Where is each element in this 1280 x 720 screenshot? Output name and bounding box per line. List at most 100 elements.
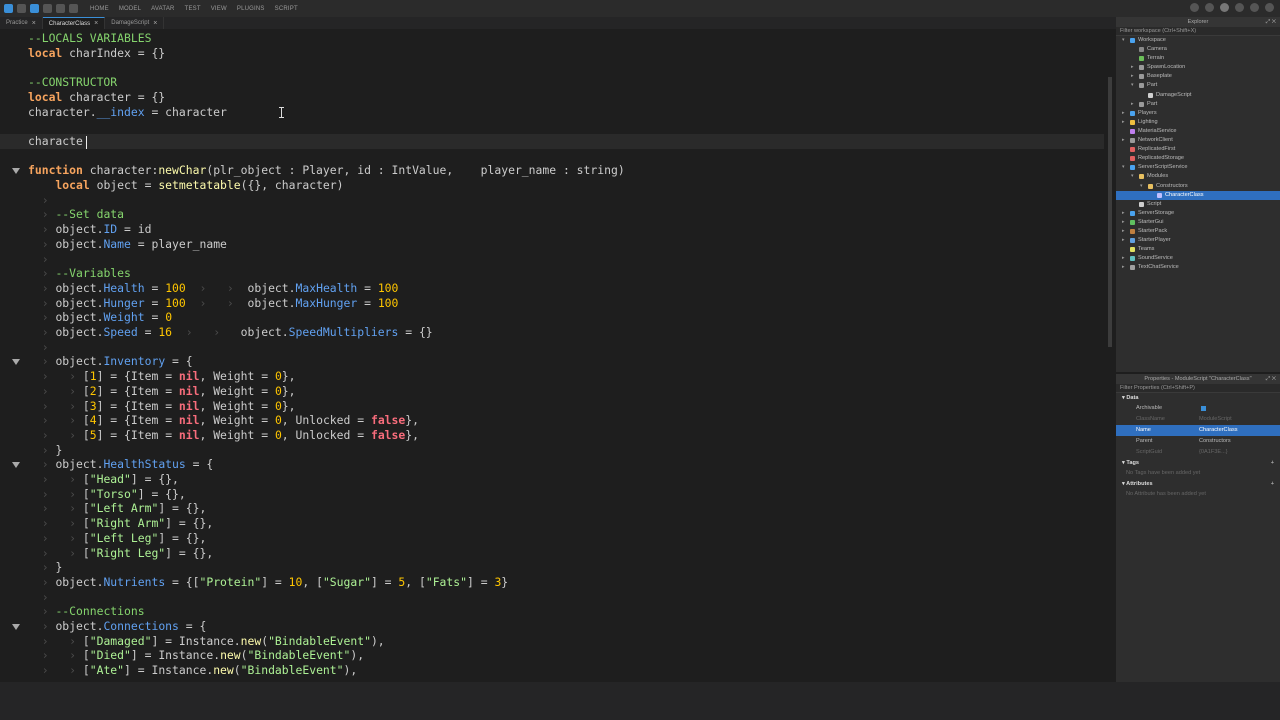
play-icon[interactable] [30,4,39,13]
chevron-right-icon[interactable]: ▸ [1122,209,1125,218]
explorer-item-lighting[interactable]: ▸ Lighting [1116,118,1280,127]
chevron-right-icon[interactable]: ▸ [1122,263,1125,272]
minimize-icon[interactable] [1235,3,1244,12]
explorer-filter-input[interactable]: Filter workspace (Ctrl+Shift+X) [1116,27,1280,36]
property-scriptguid[interactable]: ScriptGuid {0A1F3E...} [1116,447,1280,458]
property-archivable[interactable]: Archivable [1116,403,1280,414]
property-value[interactable]: ModuleScript [1199,414,1232,425]
explorer-item-textchatservice[interactable]: ▸ TextChatService [1116,263,1280,272]
section-tags[interactable]: ▾ Tags + [1116,458,1280,468]
explorer-item-starterpack[interactable]: ▸ StarterPack [1116,227,1280,236]
explorer-item-serverscriptservice[interactable]: ▾ ServerScriptService [1116,163,1280,172]
explorer-item-networkclient[interactable]: ▸ NetworkClient [1116,136,1280,145]
tab-characterclass[interactable]: CharacterClass × [42,17,106,29]
code-line[interactable]: local object = setmetatable({}, characte… [0,178,1104,193]
code-line[interactable]: › --Connections [0,604,1104,619]
menu-item-view[interactable]: VIEW [211,6,227,12]
chevron-down-icon[interactable]: ▾ [1131,81,1134,90]
code-line[interactable]: › › ["Right Arm"] = {}, [0,516,1104,531]
code-line[interactable]: › › ["Damaged"] = Instance.new("Bindable… [0,634,1104,649]
code-line[interactable]: --LOCALS VARIABLES [0,31,1104,46]
code-line[interactable]: › › [5] = {Item = nil, Weight = 0, Unloc… [0,428,1104,443]
close-tab-icon[interactable]: × [32,20,36,27]
close-tab-icon[interactable]: × [153,20,157,27]
chevron-right-icon[interactable]: ▸ [1131,100,1134,109]
code-line[interactable]: › object.Inventory = { [0,354,1104,369]
close-tab-icon[interactable]: × [94,20,98,27]
code-line[interactable]: › object.Health = 100 › › object.MaxHeal… [0,281,1104,296]
explorer-item-players[interactable]: ▸ Players [1116,109,1280,118]
menu-item-avatar[interactable]: AVATAR [151,6,174,12]
chevron-right-icon[interactable]: ▸ [1122,227,1125,236]
chevron-down-icon[interactable]: ▾ [1122,36,1125,45]
panel-close-icon[interactable]: ⤢ ✕ [1266,374,1276,384]
code-line[interactable]: › › [3] = {Item = nil, Weight = 0}, [0,399,1104,414]
explorer-item-terrain[interactable]: Terrain [1116,54,1280,63]
chevron-right-icon[interactable]: ▸ [1122,254,1125,263]
chevron-right-icon[interactable]: ▸ [1131,72,1134,81]
explorer-item-part[interactable]: ▾ Part [1116,81,1280,90]
tab-damagescript[interactable]: DamageScript × [105,17,165,29]
code-line[interactable]: › object.ID = id [0,222,1104,237]
property-name[interactable]: Name CharacterClass [1116,425,1280,436]
property-classname[interactable]: ClassName ModuleScript [1116,414,1280,425]
menu-item-home[interactable]: HOME [90,6,109,12]
explorer-item-teams[interactable]: Teams [1116,245,1280,254]
code-line[interactable]: local character = {} [0,90,1104,105]
property-parent[interactable]: Parent Constructors [1116,436,1280,447]
script-editor[interactable]: --LOCALS VARIABLES local charIndex = {} --… [0,29,1116,682]
close-icon[interactable] [1265,3,1274,12]
chevron-right-icon[interactable]: ▸ [1122,109,1125,118]
undo-icon[interactable] [56,4,65,13]
code-line[interactable]: characte [0,133,1104,149]
chevron-right-icon[interactable]: ▸ [1122,218,1125,227]
code-line[interactable]: › › ["Head"] = {}, [0,472,1104,487]
code-line[interactable]: › › [2] = {Item = nil, Weight = 0}, [0,384,1104,399]
code-line[interactable]: › › [4] = {Item = nil, Weight = 0, Unloc… [0,413,1104,428]
fold-arrow-icon[interactable] [12,168,20,175]
code-line[interactable]: › › ["Right Leg"] = {}, [0,546,1104,561]
share-icon[interactable] [1205,3,1214,12]
code-line[interactable]: › [0,340,1104,355]
explorer-item-script[interactable]: Script [1116,200,1280,209]
code-line[interactable]: › object.HealthStatus = { [0,457,1104,472]
explorer-item-replicatedstorage[interactable]: ReplicatedStorage [1116,154,1280,163]
code-line[interactable]: › object.Hunger = 100 › › object.MaxHung… [0,296,1104,311]
explorer-item-damagescript[interactable]: DamageScript [1116,91,1280,100]
notification-icon[interactable] [1190,3,1199,12]
explorer-item-serverstorage[interactable]: ▸ ServerStorage [1116,209,1280,218]
explorer-item-replicatedfirst[interactable]: ReplicatedFirst [1116,145,1280,154]
explorer-item-startergui[interactable]: ▸ StarterGui [1116,218,1280,227]
menu-item-test[interactable]: TEST [185,6,201,12]
explorer-item-camera[interactable]: Camera [1116,45,1280,54]
code-line[interactable]: function character:newChar(plr_object : … [0,163,1104,178]
chevron-down-icon[interactable]: ▾ [1131,172,1134,181]
property-value[interactable]: CharacterClass [1199,425,1238,436]
redo-icon[interactable] [69,4,78,13]
code-line[interactable]: › › ["Left Arm"] = {}, [0,501,1104,516]
explorer-item-starterplayer[interactable]: ▸ StarterPlayer [1116,236,1280,245]
fold-arrow-icon[interactable] [12,462,20,469]
code-line[interactable]: › object.Speed = 16 › › object.SpeedMult… [0,325,1104,340]
panel-close-icon[interactable]: ⤢ ✕ [1266,17,1276,27]
chevron-down-icon[interactable]: ▾ [1122,163,1125,172]
fold-arrow-icon[interactable] [12,624,20,630]
explorer-item-part[interactable]: ▸ Part [1116,100,1280,109]
chevron-right-icon[interactable]: ▸ [1122,136,1125,145]
avatar[interactable] [1220,3,1229,12]
file-icon[interactable] [17,4,26,13]
tab-practice[interactable]: Practice × [0,17,43,29]
menu-item-plugins[interactable]: PLUGINS [237,6,265,12]
explorer-item-workspace[interactable]: ▾ Workspace [1116,36,1280,45]
chevron-right-icon[interactable]: ▸ [1122,236,1125,245]
code-line[interactable]: character.__index = character [0,105,1104,120]
explorer-item-baseplate[interactable]: ▸ Baseplate [1116,72,1280,81]
chevron-right-icon[interactable]: ▸ [1122,118,1125,127]
stop-icon[interactable] [43,4,52,13]
code-line[interactable]: › › ["Left Leg"] = {}, [0,531,1104,546]
add-attribute-icon[interactable]: + [1271,479,1274,489]
explorer-item-soundservice[interactable]: ▸ SoundService [1116,254,1280,263]
code-line[interactable]: › } [0,560,1104,575]
chevron-right-icon[interactable]: ▸ [1131,63,1134,72]
code-line[interactable]: › --Variables [0,266,1104,281]
